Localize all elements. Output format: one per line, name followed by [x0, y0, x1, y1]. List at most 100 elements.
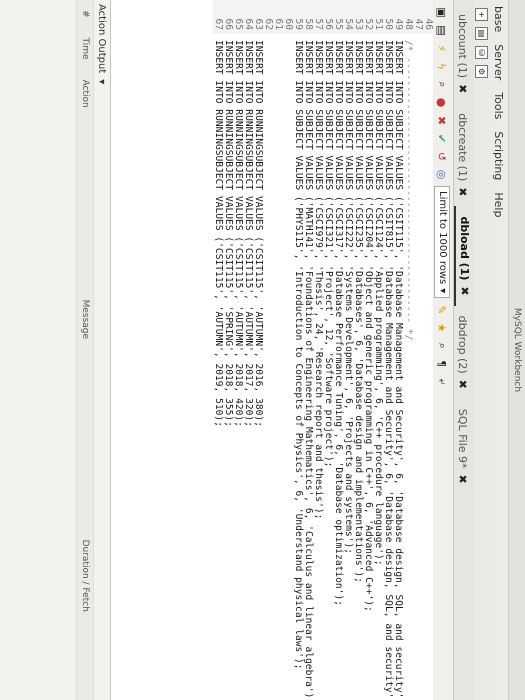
line-number: 64 [243, 0, 254, 34]
code-text: INSERT INTO RUNNINGSUBJECT VALUES ('CSIT… [243, 40, 254, 427]
code-line[interactable]: 53 INSERT INTO SUBJECT VALUES ('CSCI235',… [353, 0, 364, 700]
code-line[interactable]: 46 [423, 0, 433, 700]
rollback-icon[interactable]: ↺ [436, 150, 449, 163]
code-line[interactable]: 65 INSERT INTO RUNNINGSUBJECT VALUES ('CS… [233, 0, 244, 700]
close-icon[interactable]: ✖ [456, 84, 469, 93]
find-icon[interactable]: ⌕ [436, 339, 449, 352]
settings-icon[interactable]: ⚙ [475, 65, 489, 78]
close-icon[interactable]: ✖ [458, 286, 471, 295]
code-line[interactable]: 50 INSERT INTO SUBJECT VALUES ('CSIT815',… [383, 0, 394, 700]
code-line[interactable]: 49 INSERT INTO SUBJECT VALUES ('CSIT115',… [393, 0, 404, 700]
stop-icon[interactable]: ● [436, 96, 449, 109]
code-line[interactable]: 48 /* -----------------------------------… [403, 0, 414, 700]
execute-current-icon[interactable]: ϟ [436, 60, 449, 73]
invisible-chars-icon[interactable]: ¶ [436, 357, 449, 370]
menu-bar: base Server Tools Scripting Help [490, 0, 508, 700]
code-text: INSERT INTO RUNNINGSUBJECT VALUES ('CSIT… [253, 40, 264, 427]
tab-ubcount[interactable]: ubcount (1) ✖ [454, 4, 471, 103]
line-number: 53 [353, 0, 364, 34]
row-limit-select[interactable]: Limit to 1000 rows ▾ [434, 186, 450, 299]
code-line[interactable]: 67 INSERT INTO RUNNINGSUBJECT VALUES ('CS… [213, 0, 224, 700]
code-text: /* -------------------------------------… [403, 40, 414, 341]
code-line[interactable]: 59 INSERT INTO SUBJECT VALUES ('PHYS115',… [293, 0, 304, 700]
menu-tools[interactable]: Tools [493, 92, 506, 119]
code-text: INSERT INTO SUBJECT VALUES ('CSCI204', '… [363, 40, 374, 612]
code-line[interactable]: 56 INSERT INTO SUBJECT VALUES ('CSCI321',… [323, 0, 334, 700]
tab-label: dbcreate (1) [456, 113, 469, 182]
photo-stage: MySQL Workbench base Server Tools Script… [0, 0, 525, 700]
line-number: 59 [293, 0, 304, 34]
line-number: 46 [423, 0, 433, 34]
tab-label: ubcount (1) [456, 14, 469, 79]
beautify-icon[interactable]: ✎ [436, 303, 449, 316]
main-toolbar: + ▤ ⛁ ⚙ [474, 0, 490, 700]
code-text: INSERT INTO SUBJECT VALUES ('CSCI317', '… [333, 40, 344, 607]
code-text: INSERT INTO SUBJECT VALUES ('PHYS115', '… [293, 40, 304, 670]
close-icon[interactable]: ✖ [456, 475, 469, 484]
col-duration: Duration / Fetch [80, 539, 90, 612]
commit-icon[interactable]: ✔ [436, 132, 449, 145]
tab-dbload[interactable]: dbload (1) ✖ [454, 206, 473, 306]
code-text: INSERT INTO SUBJECT VALUES ('CSIT115', '… [393, 40, 404, 700]
code-text: INSERT INTO RUNNINGSUBJECT VALUES ('CSIT… [233, 40, 244, 427]
code-text: INSERT INTO SUBJECT VALUES ('CSIT815', '… [383, 40, 394, 700]
sql-editor[interactable]: 46 47 48 /* -------------------------------… [111, 0, 433, 700]
code-line[interactable]: 57 INSERT INTO SUBJECT VALUES ('CSCI979',… [313, 0, 324, 700]
menu-help[interactable]: Help [493, 192, 506, 217]
toggle-error-icon[interactable]: ✖ [436, 114, 449, 127]
autocommit-icon[interactable]: ◎ [436, 168, 449, 181]
open-sql-icon[interactable]: ▤ [475, 27, 489, 40]
tab-dbcreate[interactable]: dbcreate (1) ✖ [454, 103, 471, 206]
window-title: MySQL Workbench [508, 0, 525, 700]
code-line[interactable]: 47 [413, 0, 424, 700]
code-line[interactable]: 51 INSERT INTO SUBJECT VALUES ('CSCI124',… [373, 0, 384, 700]
star-icon[interactable]: ★ [436, 321, 449, 334]
close-icon[interactable]: ✖ [456, 380, 469, 389]
code-text: INSERT INTO SUBJECT VALUES ('CSCI222', '… [343, 40, 354, 555]
line-number: 58 [303, 0, 314, 34]
new-sql-icon[interactable]: + [475, 8, 489, 21]
code-line[interactable]: 54 INSERT INTO SUBJECT VALUES ('CSCI222',… [343, 0, 354, 700]
output-header: Action Output ▾ [94, 0, 110, 700]
code-line[interactable]: 55 INSERT INTO SUBJECT VALUES ('CSCI317',… [333, 0, 344, 700]
code-line[interactable]: 66 INSERT INTO RUNNINGSUBJECT VALUES ('CS… [223, 0, 234, 700]
chevron-down-icon: ▾ [437, 288, 448, 294]
code-line[interactable]: 60 [283, 0, 294, 700]
tab-sql-file[interactable]: SQL File 9* ✖ [454, 399, 471, 494]
close-icon[interactable]: ✖ [456, 187, 469, 196]
workbench-window: MySQL Workbench base Server Tools Script… [0, 0, 525, 700]
line-number: 51 [373, 0, 384, 34]
schema-icon[interactable]: ⛁ [475, 46, 489, 59]
menu-server[interactable]: Server [493, 44, 506, 80]
query-toolbar: ▣ ▤ ⚡ ϟ ⌕ ● ✖ ✔ ↺ ◎ Limit to 1000 rows ▾… [430, 0, 453, 700]
col-time: Time [80, 37, 90, 60]
line-number: 48 [403, 0, 414, 34]
line-number: 49 [393, 0, 404, 34]
line-number: 52 [363, 0, 374, 34]
save-icon[interactable]: ▣ [436, 6, 449, 19]
menu-scripting[interactable]: Scripting [493, 131, 506, 180]
line-number: 66 [223, 0, 234, 34]
line-number: 65 [233, 0, 244, 34]
col-action: Action [80, 79, 90, 108]
wrap-icon[interactable]: ⤶ [436, 375, 449, 388]
open-file-icon[interactable]: ▤ [436, 24, 449, 37]
menu-database[interactable]: base [493, 6, 506, 32]
code-line[interactable]: 61 [273, 0, 284, 700]
line-number: 47 [413, 0, 424, 34]
tab-dbdrop[interactable]: dbdrop (2) ✖ [454, 306, 471, 399]
line-number: 63 [253, 0, 264, 34]
execute-icon[interactable]: ⚡ [436, 42, 449, 55]
explain-icon[interactable]: ⌕ [436, 78, 449, 91]
code-line[interactable]: 64 INSERT INTO RUNNINGSUBJECT VALUES ('CS… [243, 0, 254, 700]
col-number: # [80, 10, 90, 18]
output-mode-select[interactable]: Action Output [97, 4, 108, 73]
code-line[interactable]: 62 [263, 0, 274, 700]
output-columns: # Time Action Message Duration / Fetch [76, 0, 94, 700]
code-line[interactable]: 58 INSERT INTO SUBJECT VALUES ('MATH141',… [303, 0, 314, 700]
code-line[interactable]: 52 INSERT INTO SUBJECT VALUES ('CSCI204',… [363, 0, 374, 700]
code-line[interactable]: 63 INSERT INTO RUNNINGSUBJECT VALUES ('CS… [253, 0, 264, 700]
